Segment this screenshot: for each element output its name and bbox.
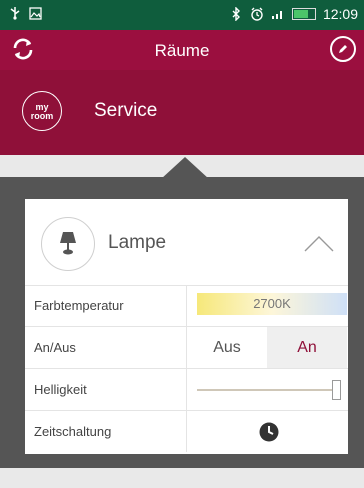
power-label: An/Aus (34, 340, 76, 355)
room-header[interactable]: my room Service (0, 70, 364, 155)
myroom-logo: my room (22, 91, 62, 131)
brightness-slider[interactable] (187, 369, 348, 410)
room-name: Service (94, 100, 158, 121)
color-temperature-label: Farbtemperatur (34, 298, 124, 313)
signal-icon (271, 7, 285, 21)
bottom-strip (0, 468, 364, 488)
app-bar: Räume (0, 30, 364, 70)
row-power: An/Aus Aus An (25, 327, 348, 369)
image-icon (28, 6, 42, 20)
battery-icon (291, 8, 316, 20)
device-card: Lampe Farbtemperatur 2700K An/Aus Aus An… (25, 199, 348, 454)
bluetooth-icon (229, 7, 243, 21)
status-bar: 12:09 (0, 0, 364, 30)
device-header[interactable]: Lampe (25, 199, 348, 286)
clock-icon[interactable] (259, 422, 279, 442)
power-on-button[interactable]: An (267, 327, 347, 368)
alarm-icon (250, 7, 264, 21)
page-title: Räume (154, 41, 210, 60)
edit-icon[interactable] (330, 36, 356, 62)
timer-label: Zeitschaltung (34, 424, 112, 439)
row-brightness: Helligkeit (25, 369, 348, 411)
device-name: Lampe (108, 232, 167, 253)
brightness-label: Helligkeit (34, 382, 87, 397)
color-temperature-slider[interactable]: 2700K (197, 293, 347, 315)
brightness-track (197, 389, 337, 391)
color-temperature-value: 2700K (253, 296, 291, 311)
usb-icon (8, 6, 22, 20)
chevron-up-icon[interactable] (304, 235, 334, 253)
power-off-button[interactable]: Aus (187, 327, 267, 368)
status-time: 12:09 (322, 6, 358, 22)
row-color-temperature: Farbtemperatur 2700K (25, 285, 348, 327)
row-timer: Zeitschaltung (25, 411, 348, 452)
panel-pointer (161, 157, 209, 179)
lamp-icon (41, 217, 95, 271)
brightness-knob[interactable] (332, 380, 341, 400)
